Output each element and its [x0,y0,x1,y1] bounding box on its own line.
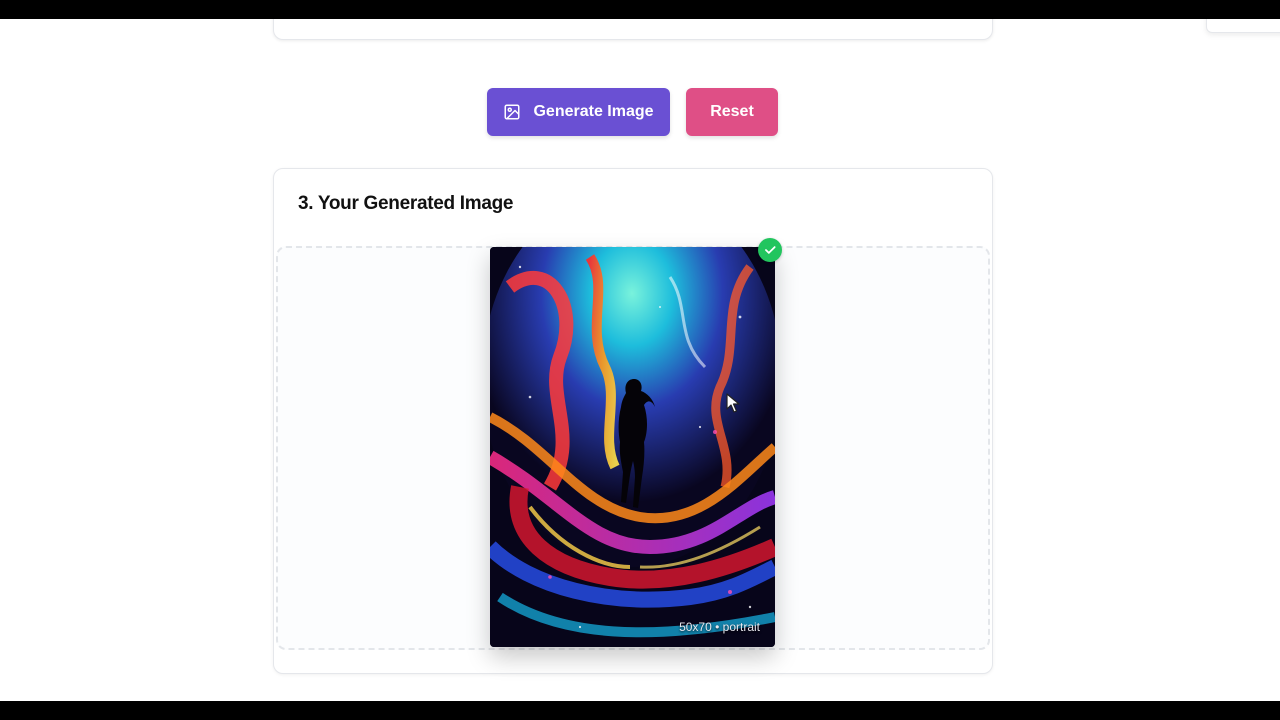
generated-image-card: 3. Your Generated Image 50x70 • portrait [273,168,993,674]
image-icon [503,103,521,121]
card-title: 3. Your Generated Image [298,193,514,214]
check-icon [758,238,782,262]
image-size-label: 50x70 • portrait [679,620,760,634]
generated-image-art [490,247,775,647]
previous-step-card [273,19,993,40]
reset-label: Reset [710,103,754,120]
corner-popup [1206,19,1280,33]
generate-image-button[interactable]: Generate Image [487,88,670,136]
reset-button[interactable]: Reset [686,88,778,136]
page-viewport: Generate Image Reset 3. Your Generated I… [0,19,1280,701]
generate-image-label: Generate Image [533,103,654,120]
mouse-cursor-icon [726,393,740,413]
generated-image[interactable]: 50x70 • portrait [490,247,775,647]
